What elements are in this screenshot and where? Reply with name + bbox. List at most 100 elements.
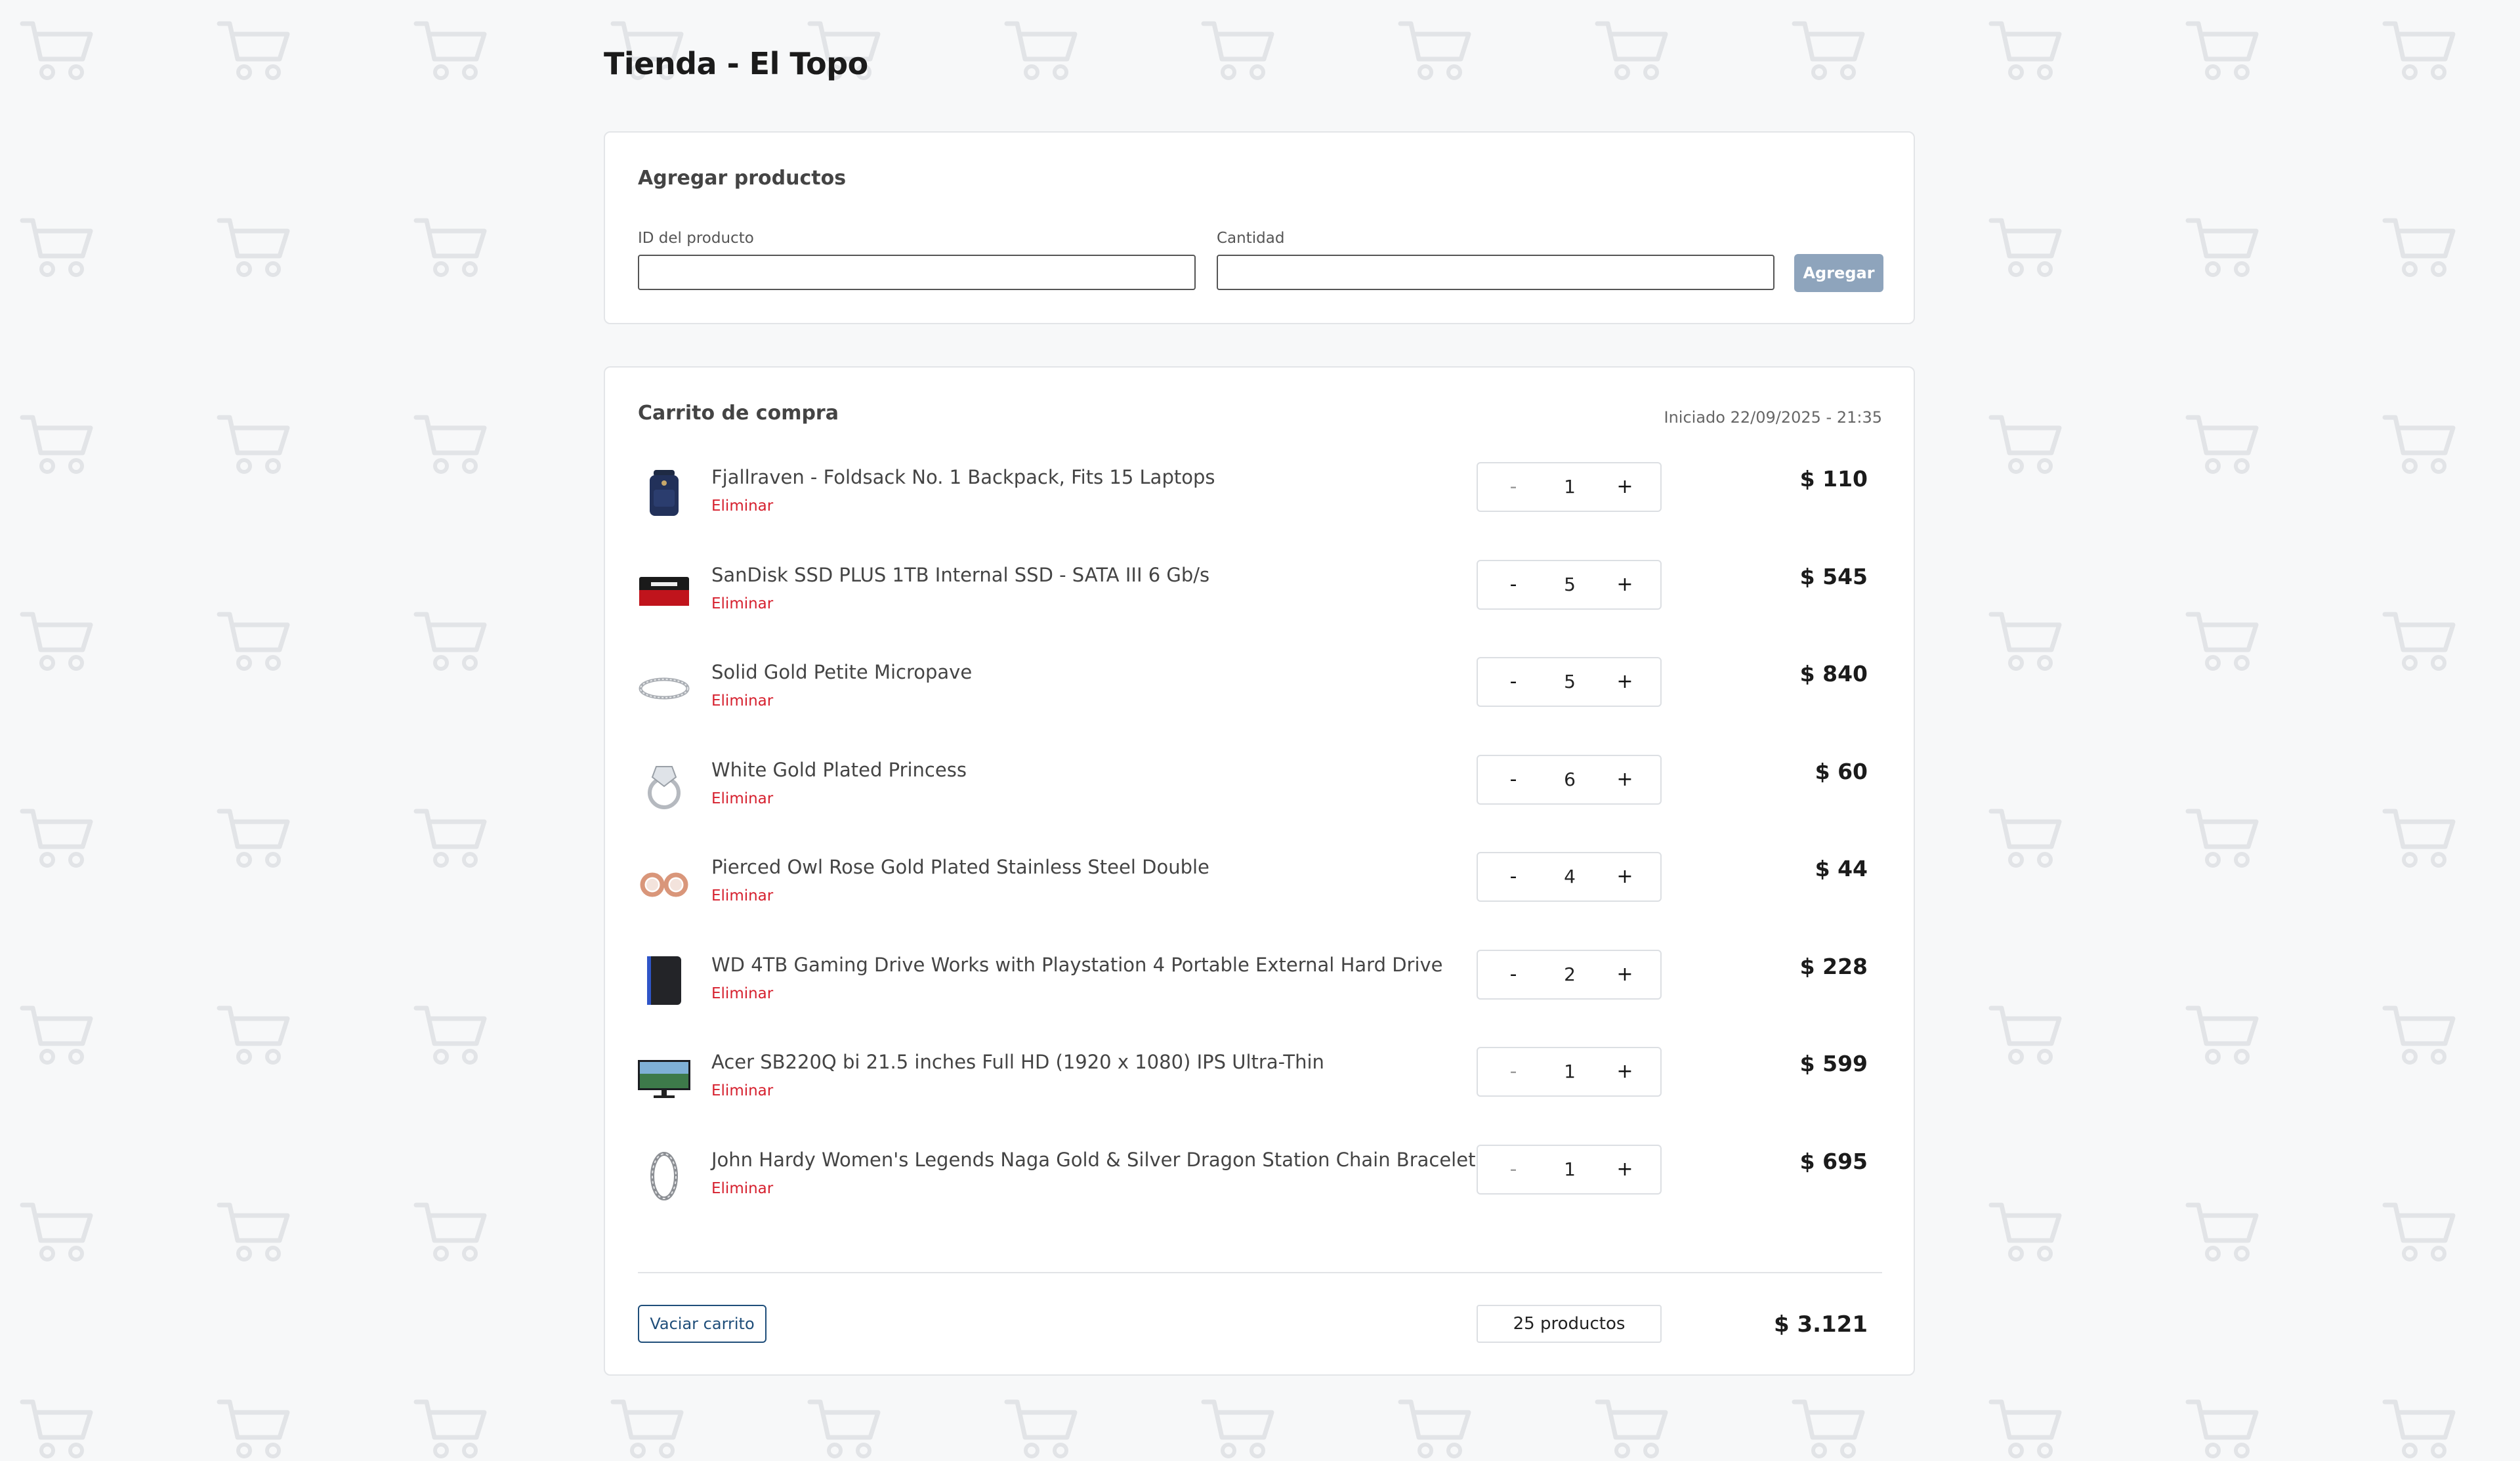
cart-item-name: Fjallraven - Foldsack No. 1 Backpack, Fi… — [711, 466, 1215, 488]
cart-item-name: WD 4TB Gaming Drive Works with Playstati… — [711, 953, 1443, 976]
cart-item: Pierced Owl Rose Gold Plated Stainless S… — [605, 852, 1914, 935]
product-id-label: ID del producto — [638, 230, 754, 247]
background-cart-icon — [412, 1198, 490, 1261]
decrease-quantity-button[interactable]: - — [1487, 658, 1540, 706]
remove-item-link[interactable]: Eliminar — [711, 790, 773, 807]
background-cart-icon — [1987, 608, 2065, 671]
add-products-title: Agregar productos — [638, 167, 847, 190]
background-cart-icon — [609, 1395, 686, 1458]
background-cart-icon — [18, 608, 96, 671]
cart-item-price: $ 599 — [1799, 1051, 1868, 1076]
monitor-icon — [638, 1051, 690, 1103]
increase-quantity-button[interactable]: + — [1599, 756, 1651, 803]
decrease-quantity-button[interactable]: - — [1487, 853, 1540, 900]
cart-item-price: $ 840 — [1799, 661, 1868, 687]
remove-item-link[interactable]: Eliminar — [711, 692, 773, 709]
increase-quantity-button[interactable]: + — [1599, 561, 1651, 608]
background-cart-icon — [2381, 1002, 2458, 1065]
cart-total: $ 3.121 — [1773, 1311, 1868, 1338]
background-cart-icon — [215, 17, 293, 80]
remove-item-link[interactable]: Eliminar — [711, 985, 773, 1002]
background-cart-icon — [1987, 1002, 2065, 1065]
background-cart-icon — [1987, 17, 2065, 80]
background-cart-icon — [412, 214, 490, 277]
cart-item-price: $ 228 — [1799, 953, 1868, 979]
quantity-value: 4 — [1564, 866, 1576, 887]
quantity-input[interactable] — [1217, 255, 1774, 290]
decrease-quantity-button[interactable]: - — [1487, 1048, 1540, 1095]
remove-item-link[interactable]: Eliminar — [711, 1180, 773, 1197]
background-cart-icon — [215, 1198, 293, 1261]
cart-item: SanDisk SSD PLUS 1TB Internal SSD - SATA… — [605, 559, 1914, 643]
cart-item-name: SanDisk SSD PLUS 1TB Internal SSD - SATA… — [711, 563, 1210, 586]
cart-title: Carrito de compra — [638, 402, 839, 425]
background-cart-icon — [18, 214, 96, 277]
decrease-quantity-button[interactable]: - — [1487, 951, 1540, 998]
cart-item-name: John Hardy Women's Legends Naga Gold & S… — [711, 1148, 1476, 1171]
backpack-icon — [638, 466, 690, 519]
quantity-value: 2 — [1564, 963, 1576, 985]
add-products-card: Agregar productos ID del producto Cantid… — [604, 131, 1915, 324]
cart-item-price: $ 44 — [1815, 856, 1868, 881]
cart-item-name: Solid Gold Petite Micropave — [711, 661, 973, 683]
background-cart-icon — [215, 1395, 293, 1458]
cart-started-timestamp: Iniciado 22/09/2025 - 21:35 — [1664, 408, 1882, 427]
quantity-value: 5 — [1564, 671, 1576, 692]
quantity-value: 1 — [1564, 1158, 1576, 1180]
background-cart-icon — [2381, 411, 2458, 474]
background-cart-icon — [215, 608, 293, 671]
decrease-quantity-button[interactable]: - — [1487, 463, 1540, 511]
background-cart-icon — [2184, 214, 2261, 277]
cart-item-price: $ 695 — [1799, 1148, 1868, 1174]
earrings-icon — [638, 856, 690, 908]
quantity-stepper: - 5 + — [1477, 657, 1662, 707]
background-cart-icon — [2184, 1002, 2261, 1065]
background-cart-icon — [412, 17, 490, 80]
product-id-input[interactable] — [638, 255, 1196, 290]
cart-item: Fjallraven - Foldsack No. 1 Backpack, Fi… — [605, 462, 1914, 545]
background-cart-icon — [2184, 608, 2261, 671]
increase-quantity-button[interactable]: + — [1599, 1048, 1651, 1095]
quantity-stepper: - 1 + — [1477, 462, 1662, 512]
increase-quantity-button[interactable]: + — [1599, 853, 1651, 900]
cart-item-price: $ 545 — [1799, 563, 1868, 589]
background-cart-icon — [1200, 1395, 1277, 1458]
background-cart-icon — [18, 1198, 96, 1261]
quantity-stepper: - 5 + — [1477, 559, 1662, 610]
decrease-quantity-button[interactable]: - — [1487, 1146, 1540, 1193]
background-cart-icon — [2381, 214, 2458, 277]
increase-quantity-button[interactable]: + — [1599, 1146, 1651, 1193]
remove-item-link[interactable]: Eliminar — [711, 1082, 773, 1099]
add-button[interactable]: Agregar — [1794, 254, 1883, 292]
product-count: 25 productos — [1477, 1305, 1662, 1343]
background-cart-icon — [806, 1395, 883, 1458]
background-cart-icon — [1396, 17, 1474, 80]
background-cart-icon — [2381, 805, 2458, 868]
background-cart-icon — [18, 1002, 96, 1065]
cart-item-name: Acer SB220Q bi 21.5 inches Full HD (1920… — [711, 1051, 1324, 1073]
background-cart-icon — [18, 805, 96, 868]
background-cart-icon — [2184, 411, 2261, 474]
quantity-stepper: - 4 + — [1477, 852, 1662, 902]
background-cart-icon — [1987, 1198, 2065, 1261]
quantity-stepper: - 1 + — [1477, 1047, 1662, 1097]
decrease-quantity-button[interactable]: - — [1487, 561, 1540, 608]
increase-quantity-button[interactable]: + — [1599, 658, 1651, 706]
background-cart-icon — [215, 214, 293, 277]
cart-item: John Hardy Women's Legends Naga Gold & S… — [605, 1144, 1914, 1227]
background-cart-icon — [2381, 1198, 2458, 1261]
increase-quantity-button[interactable]: + — [1599, 951, 1651, 998]
remove-item-link[interactable]: Eliminar — [711, 498, 773, 515]
background-cart-icon — [1987, 1395, 2065, 1458]
remove-item-link[interactable]: Eliminar — [711, 887, 773, 904]
background-cart-icon — [1987, 411, 2065, 474]
decrease-quantity-button[interactable]: - — [1487, 756, 1540, 803]
cart-item-name: Pierced Owl Rose Gold Plated Stainless S… — [711, 856, 1209, 878]
empty-cart-button[interactable]: Vaciar carrito — [638, 1305, 766, 1343]
background-cart-icon — [215, 1002, 293, 1065]
remove-item-link[interactable]: Eliminar — [711, 595, 773, 612]
increase-quantity-button[interactable]: + — [1599, 463, 1651, 511]
quantity-stepper: - 6 + — [1477, 754, 1662, 805]
bracelet-icon — [638, 661, 690, 713]
cart-item: WD 4TB Gaming Drive Works with Playstati… — [605, 949, 1914, 1032]
